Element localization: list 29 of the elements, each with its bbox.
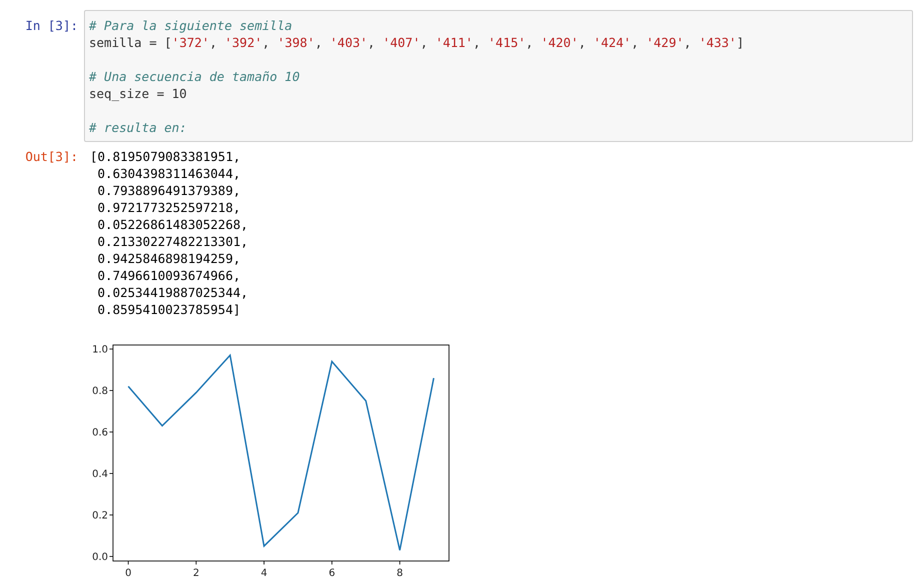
x-tick-label: 2 [192,568,200,579]
output-line: 0.02534419887025344, [96,284,250,301]
code-cell[interactable]: # Para la siguiente semilla semilla = ['372', '392', '398', '403', '407', '411', '415', '420', '424', '429', '433'] # Una secuencia de tamaño 10 seq_size = 10 # resulta en: [84,10,913,142]
code-comment: # resulta en: [89,119,188,136]
output-prompt: Out[3]: [24,148,79,165]
y-tick-label: 1.0 [92,344,108,356]
code-line: seq_size = 10 [89,85,188,102]
x-tick-label: 8 [396,568,403,579]
output-line: 0.9425846898194259, [96,250,242,267]
y-tick-label: 0.4 [92,468,108,480]
y-tick-label: 0.8 [92,386,108,398]
output-line: 0.7938896491379389, [96,182,242,199]
output-line: 0.21330227482213301, [96,233,250,250]
y-tick-label: 0.0 [92,552,108,563]
y-tick-label: 0.2 [92,510,108,522]
x-tick-label: 4 [260,568,268,579]
x-tick-label: 6 [328,568,336,579]
input-prompt: In [3]: [24,17,79,34]
y-tick-label: 0.6 [92,428,108,438]
output-line: [0.8195079083381951, [90,148,242,165]
code-line: semilla = ['372', '392', '398', '403', '407', '411', '415', '420', '424', '429', '433'] [89,34,745,51]
output-line: 0.6304398311463044, [96,165,242,182]
code-comment: # Para la siguiente semilla [89,17,294,34]
x-tick-label: 0 [125,568,132,579]
output-line: 0.8595410023785954] [96,301,242,318]
output-line: 0.05226861483052268, [96,216,250,233]
output-line: 0.7496610093674966, [96,267,242,284]
output-line: 0.9721773252597218, [96,199,242,216]
code-comment: # Una secuencia de tamaño 10 [89,68,301,85]
